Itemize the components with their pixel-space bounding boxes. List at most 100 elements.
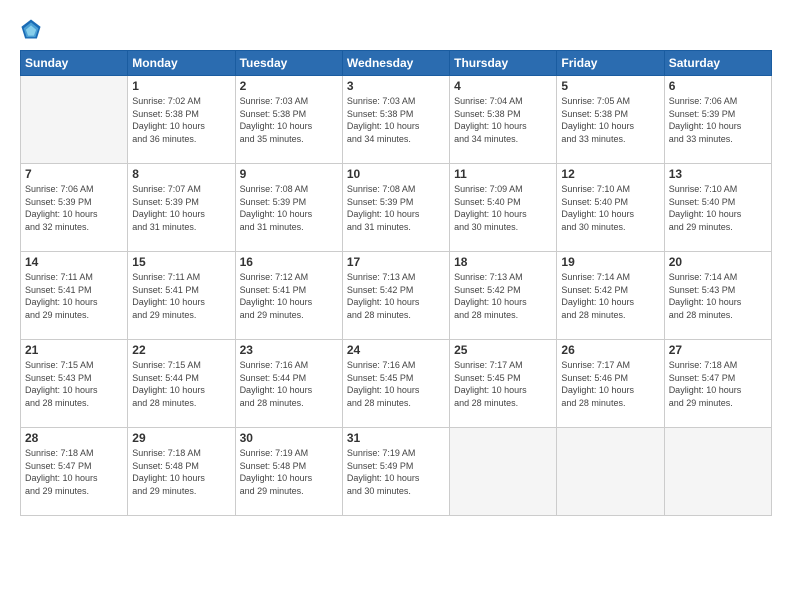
day-info: Sunrise: 7:15 AM Sunset: 5:43 PM Dayligh… [25,359,123,409]
calendar-cell: 21 Sunrise: 7:15 AM Sunset: 5:43 PM Dayli… [21,340,128,428]
calendar-header-tuesday: Tuesday [235,51,342,76]
day-info: Sunrise: 7:19 AM Sunset: 5:49 PM Dayligh… [347,447,445,497]
calendar-week-row: 14 Sunrise: 7:11 AM Sunset: 5:41 PM Dayli… [21,252,772,340]
day-info: Sunrise: 7:02 AM Sunset: 5:38 PM Dayligh… [132,95,230,145]
day-info: Sunrise: 7:06 AM Sunset: 5:39 PM Dayligh… [669,95,767,145]
calendar-cell: 15 Sunrise: 7:11 AM Sunset: 5:41 PM Dayli… [128,252,235,340]
calendar-cell: 19Sunrise: 7:14 AM Sunset: 5:42 PM Dayli… [557,252,664,340]
calendar-cell: 25Sunrise: 7:17 AM Sunset: 5:45 PM Dayli… [450,340,557,428]
day-info: Sunrise: 7:13 AM Sunset: 5:42 PM Dayligh… [347,271,445,321]
day-number: 18 [454,255,552,269]
calendar-cell: 2 Sunrise: 7:03 AM Sunset: 5:38 PM Daylig… [235,76,342,164]
day-info: Sunrise: 7:16 AM Sunset: 5:45 PM Dayligh… [347,359,445,409]
calendar-cell: 11 Sunrise: 7:09 AM Sunset: 5:40 PM Dayli… [450,164,557,252]
calendar-week-row: 1 Sunrise: 7:02 AM Sunset: 5:38 PM Daylig… [21,76,772,164]
day-number: 23 [240,343,338,357]
day-number: 26 [561,343,659,357]
day-number: 2 [240,79,338,93]
calendar-cell: 27 Sunrise: 7:18 AM Sunset: 5:47 PM Dayli… [664,340,771,428]
day-number: 20 [669,255,767,269]
day-info: Sunrise: 7:11 AM Sunset: 5:41 PM Dayligh… [25,271,123,321]
day-info: Sunrise: 7:18 AM Sunset: 5:47 PM Dayligh… [669,359,767,409]
day-number: 12 [561,167,659,181]
calendar-cell: 14 Sunrise: 7:11 AM Sunset: 5:41 PM Dayli… [21,252,128,340]
day-number: 13 [669,167,767,181]
calendar-header-friday: Friday [557,51,664,76]
day-info: Sunrise: 7:04 AM Sunset: 5:38 PM Dayligh… [454,95,552,145]
day-info: Sunrise: 7:10 AM Sunset: 5:40 PM Dayligh… [561,183,659,233]
calendar-cell: 16Sunrise: 7:12 AM Sunset: 5:41 PM Dayli… [235,252,342,340]
calendar-cell: 28 Sunrise: 7:18 AM Sunset: 5:47 PM Dayli… [21,428,128,516]
day-number: 28 [25,431,123,445]
day-info: Sunrise: 7:10 AM Sunset: 5:40 PM Dayligh… [669,183,767,233]
day-info: Sunrise: 7:06 AM Sunset: 5:39 PM Dayligh… [25,183,123,233]
day-number: 24 [347,343,445,357]
logo-icon [20,18,42,40]
calendar-cell: 9Sunrise: 7:08 AM Sunset: 5:39 PM Daylig… [235,164,342,252]
day-info: Sunrise: 7:05 AM Sunset: 5:38 PM Dayligh… [561,95,659,145]
day-number: 14 [25,255,123,269]
header [20,18,772,40]
logo [20,18,46,40]
day-info: Sunrise: 7:18 AM Sunset: 5:47 PM Dayligh… [25,447,123,497]
calendar-header-sunday: Sunday [21,51,128,76]
calendar-header-monday: Monday [128,51,235,76]
day-info: Sunrise: 7:08 AM Sunset: 5:39 PM Dayligh… [347,183,445,233]
day-info: Sunrise: 7:17 AM Sunset: 5:45 PM Dayligh… [454,359,552,409]
day-info: Sunrise: 7:03 AM Sunset: 5:38 PM Dayligh… [347,95,445,145]
day-info: Sunrise: 7:03 AM Sunset: 5:38 PM Dayligh… [240,95,338,145]
calendar-cell: 4 Sunrise: 7:04 AM Sunset: 5:38 PM Daylig… [450,76,557,164]
calendar-week-row: 28 Sunrise: 7:18 AM Sunset: 5:47 PM Dayli… [21,428,772,516]
calendar-week-row: 21 Sunrise: 7:15 AM Sunset: 5:43 PM Dayli… [21,340,772,428]
calendar-week-row: 7 Sunrise: 7:06 AM Sunset: 5:39 PM Daylig… [21,164,772,252]
day-info: Sunrise: 7:09 AM Sunset: 5:40 PM Dayligh… [454,183,552,233]
calendar-cell: 26 Sunrise: 7:17 AM Sunset: 5:46 PM Dayli… [557,340,664,428]
day-number: 4 [454,79,552,93]
calendar-cell: 24 Sunrise: 7:16 AM Sunset: 5:45 PM Dayli… [342,340,449,428]
page: SundayMondayTuesdayWednesdayThursdayFrid… [0,0,792,612]
day-info: Sunrise: 7:08 AM Sunset: 5:39 PM Dayligh… [240,183,338,233]
day-info: Sunrise: 7:12 AM Sunset: 5:41 PM Dayligh… [240,271,338,321]
day-number: 3 [347,79,445,93]
calendar-cell: 22Sunrise: 7:15 AM Sunset: 5:44 PM Dayli… [128,340,235,428]
calendar-cell: 20 Sunrise: 7:14 AM Sunset: 5:43 PM Dayli… [664,252,771,340]
day-number: 10 [347,167,445,181]
day-number: 17 [347,255,445,269]
calendar-cell: 12 Sunrise: 7:10 AM Sunset: 5:40 PM Dayli… [557,164,664,252]
calendar-cell: 13 Sunrise: 7:10 AM Sunset: 5:40 PM Dayli… [664,164,771,252]
day-number: 1 [132,79,230,93]
day-info: Sunrise: 7:16 AM Sunset: 5:44 PM Dayligh… [240,359,338,409]
day-number: 30 [240,431,338,445]
day-info: Sunrise: 7:11 AM Sunset: 5:41 PM Dayligh… [132,271,230,321]
day-number: 7 [25,167,123,181]
calendar-cell [21,76,128,164]
day-number: 15 [132,255,230,269]
calendar-cell: 6 Sunrise: 7:06 AM Sunset: 5:39 PM Daylig… [664,76,771,164]
day-number: 27 [669,343,767,357]
calendar-cell: 29Sunrise: 7:18 AM Sunset: 5:48 PM Dayli… [128,428,235,516]
day-number: 5 [561,79,659,93]
day-number: 19 [561,255,659,269]
calendar-cell: 1 Sunrise: 7:02 AM Sunset: 5:38 PM Daylig… [128,76,235,164]
calendar-cell: 5 Sunrise: 7:05 AM Sunset: 5:38 PM Daylig… [557,76,664,164]
day-number: 6 [669,79,767,93]
calendar-header-saturday: Saturday [664,51,771,76]
calendar-header-row: SundayMondayTuesdayWednesdayThursdayFrid… [21,51,772,76]
calendar-table: SundayMondayTuesdayWednesdayThursdayFrid… [20,50,772,516]
calendar-cell: 23 Sunrise: 7:16 AM Sunset: 5:44 PM Dayli… [235,340,342,428]
calendar-header-wednesday: Wednesday [342,51,449,76]
day-info: Sunrise: 7:19 AM Sunset: 5:48 PM Dayligh… [240,447,338,497]
day-info: Sunrise: 7:17 AM Sunset: 5:46 PM Dayligh… [561,359,659,409]
calendar-header-thursday: Thursday [450,51,557,76]
day-info: Sunrise: 7:18 AM Sunset: 5:48 PM Dayligh… [132,447,230,497]
day-info: Sunrise: 7:14 AM Sunset: 5:43 PM Dayligh… [669,271,767,321]
day-number: 31 [347,431,445,445]
calendar-cell: 3 Sunrise: 7:03 AM Sunset: 5:38 PM Daylig… [342,76,449,164]
day-number: 11 [454,167,552,181]
calendar-cell [557,428,664,516]
day-info: Sunrise: 7:13 AM Sunset: 5:42 PM Dayligh… [454,271,552,321]
calendar-cell: 7 Sunrise: 7:06 AM Sunset: 5:39 PM Daylig… [21,164,128,252]
day-number: 8 [132,167,230,181]
calendar-cell: 17 Sunrise: 7:13 AM Sunset: 5:42 PM Dayli… [342,252,449,340]
day-number: 21 [25,343,123,357]
